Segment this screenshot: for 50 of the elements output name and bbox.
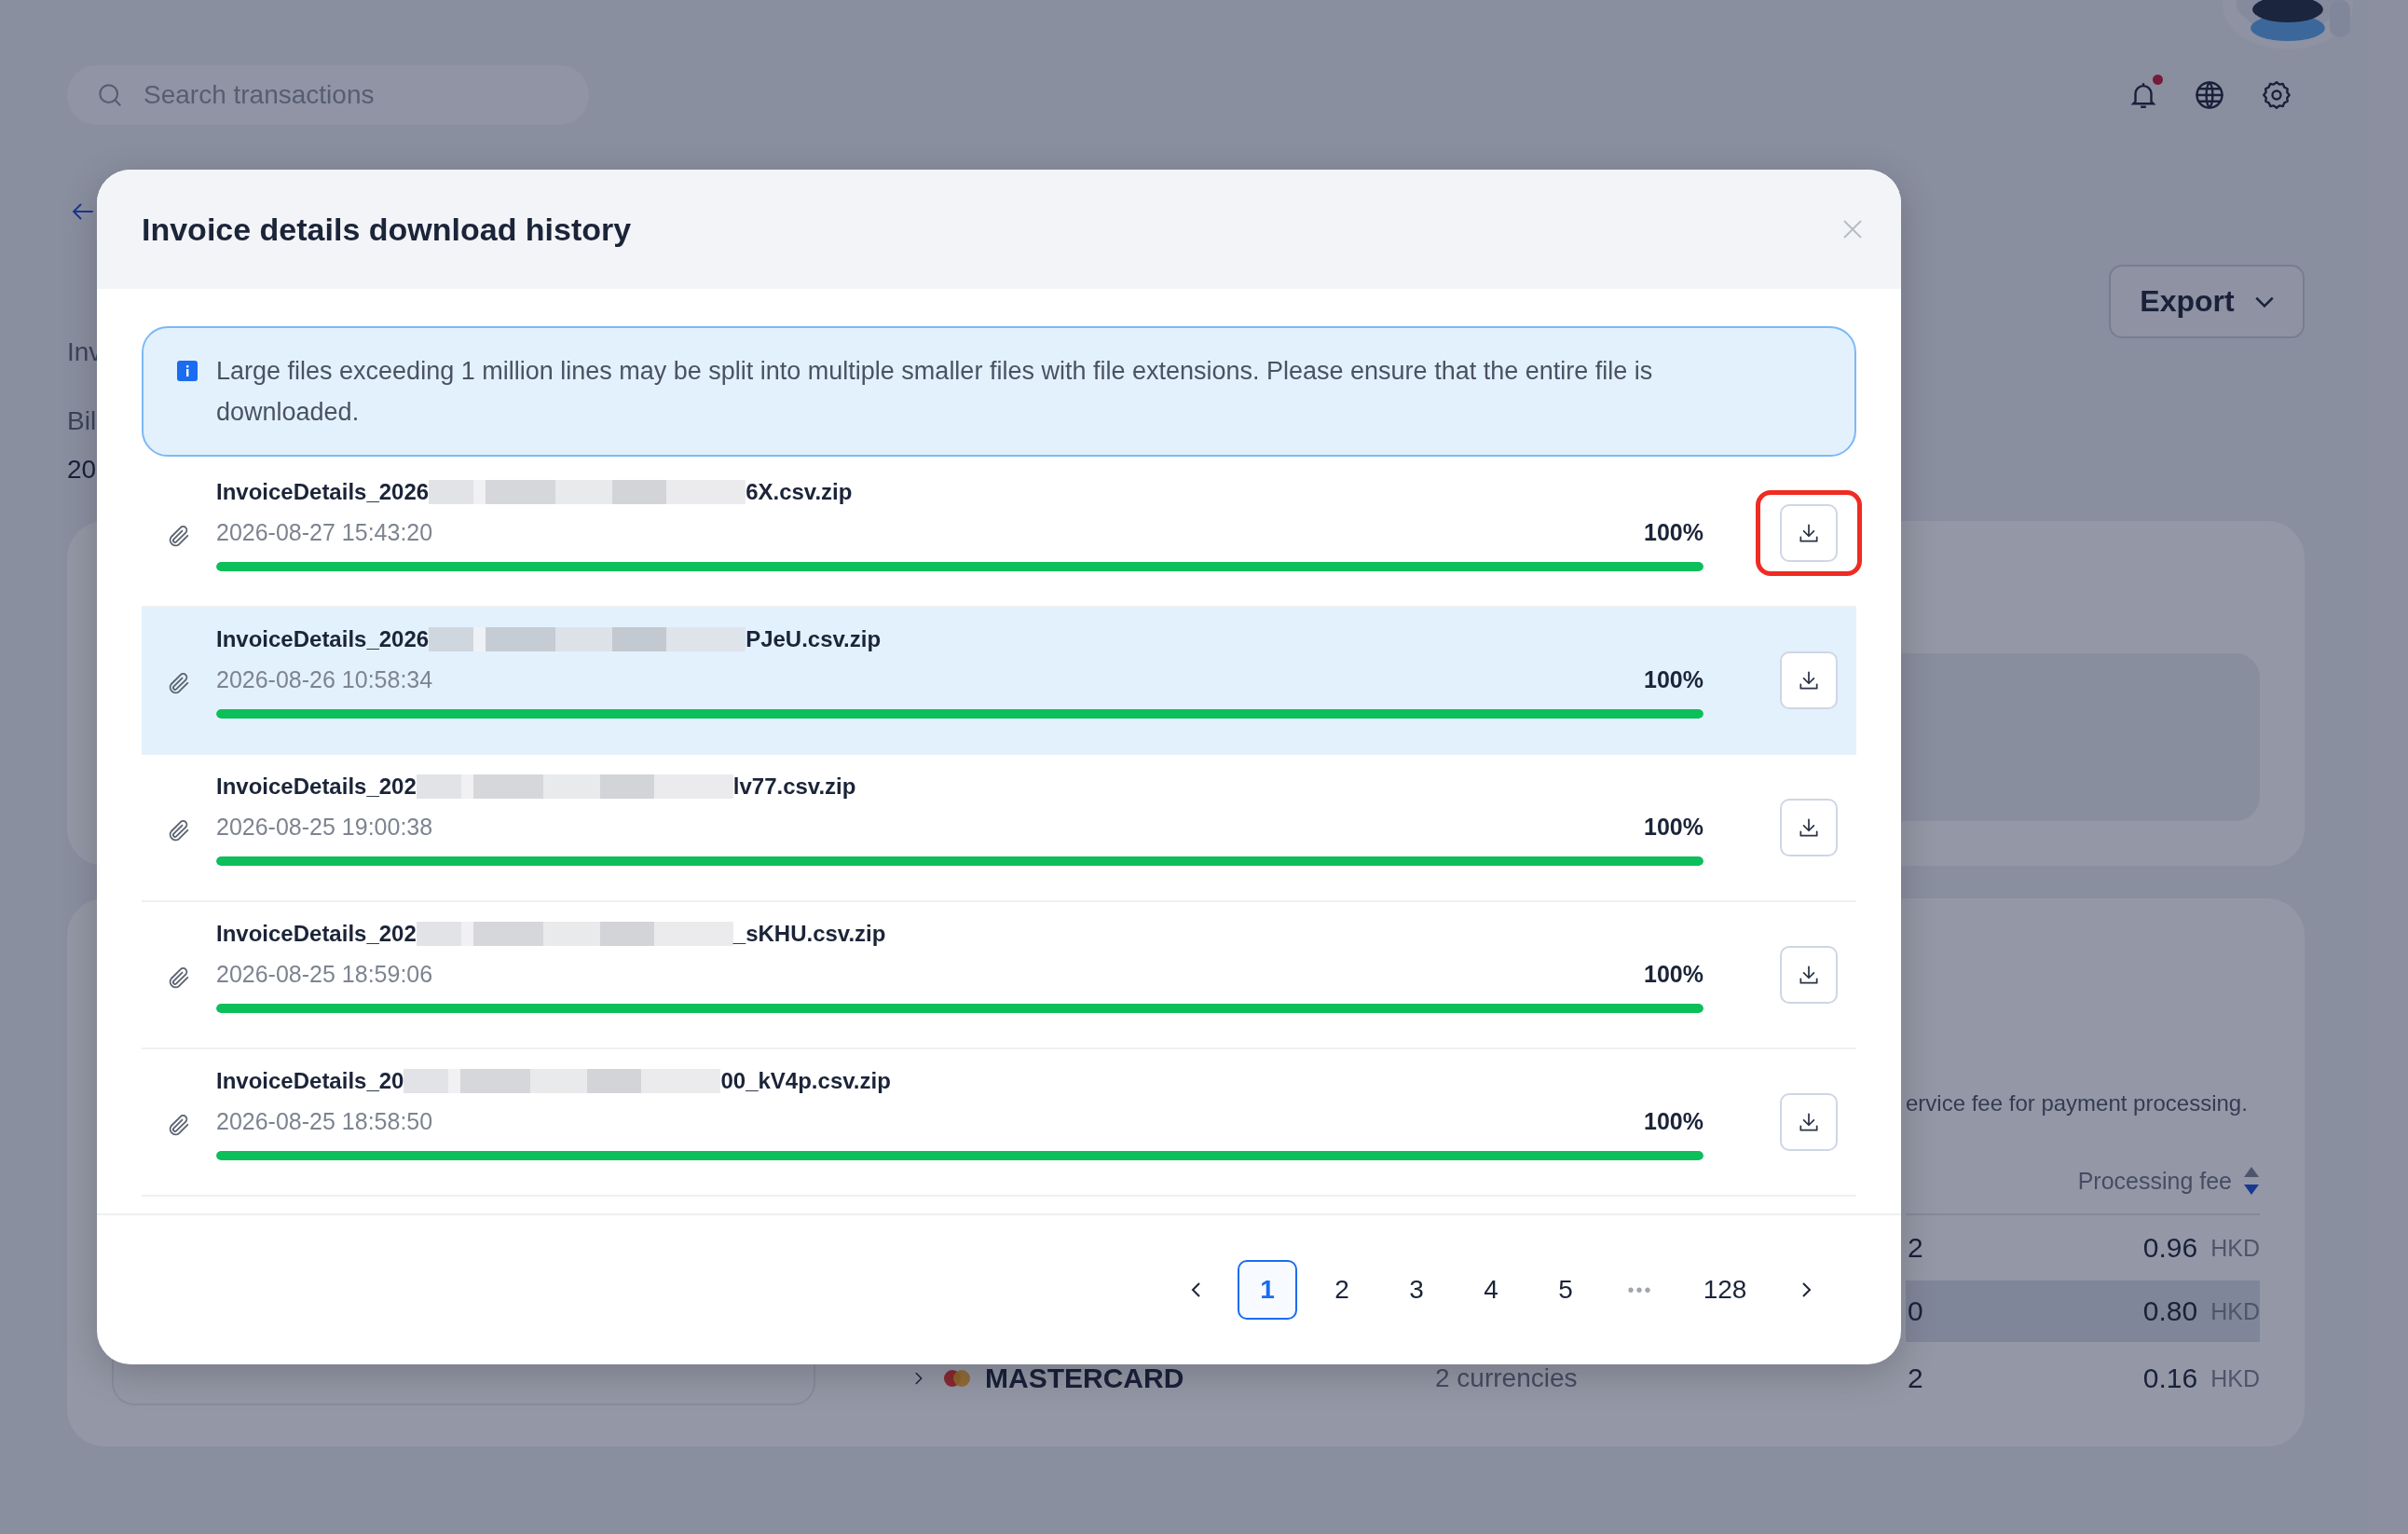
progress-percent: 100% — [1644, 813, 1703, 841]
file-name-end: 6X.csv.zip — [746, 479, 853, 505]
export-button[interactable]: Export — [2109, 265, 2305, 338]
file-row[interactable]: InvoiceDetails_2026 PJeU.csv.zip 2026-08-26 10:58:34 100% — [142, 608, 1856, 755]
count-cell: 2 — [1908, 1232, 1923, 1264]
chevron-down-icon — [2254, 295, 2274, 308]
download-time: 2026-08-25 19:00:38 — [216, 813, 433, 841]
notice-text: Large files exceeding 1 million lines may be split into multiple smaller files with file extensions. Please ensure that the entire file is downloaded. — [216, 356, 1654, 428]
page-label: 20 — [67, 454, 97, 486]
download-time: 2026-08-26 10:58:34 — [216, 665, 433, 693]
file-name-end: _sKHU.csv.zip — [732, 921, 886, 947]
download-button[interactable] — [1780, 799, 1838, 856]
download-button[interactable] — [1780, 1093, 1838, 1151]
download-button[interactable] — [1780, 651, 1838, 709]
file-name-end: PJeU.csv.zip — [746, 626, 882, 652]
dialog-title: Invoice details download history — [142, 211, 632, 248]
fee-amount: 0.96 — [2142, 1232, 2198, 1264]
file-name-start: InvoiceDetails_20 — [216, 1068, 404, 1094]
count-cell: 2 — [1908, 1363, 1923, 1394]
count-cell: 0 — [1908, 1295, 1923, 1327]
progress-percent: 100% — [1644, 960, 1703, 988]
search-field[interactable]: Search transactions — [67, 65, 589, 125]
currency-code: HKD — [2210, 1234, 2260, 1262]
settings-icon[interactable] — [2260, 78, 2293, 112]
file-name-start: InvoiceDetails_2026 — [216, 626, 430, 652]
fee-amount: 0.16 — [2142, 1363, 2198, 1394]
progress-percent: 100% — [1644, 518, 1703, 546]
progress-percent: 100% — [1644, 665, 1703, 693]
file-name-end: 00_kV4p.csv.zip — [720, 1068, 891, 1094]
download-button[interactable] — [1780, 946, 1838, 1004]
download-time: 2026-08-25 18:58:50 — [216, 1107, 433, 1135]
file-name-end: lv77.csv.zip — [732, 774, 856, 800]
download-button[interactable] — [1780, 504, 1838, 562]
page-label: Bil — [67, 405, 97, 437]
network-name: MASTERCARD — [985, 1363, 1184, 1394]
description-text: ervice fee for payment processing. — [1906, 1090, 2249, 1116]
progress-percent: 100% — [1644, 1107, 1703, 1135]
fee-amount: 0.80 — [2142, 1295, 2198, 1327]
close-icon — [1841, 218, 1864, 240]
currency-count: 2 currencies — [1435, 1363, 1579, 1393]
file-name-start: InvoiceDetails_202 — [216, 921, 417, 947]
page-button[interactable]: 1 — [1238, 1260, 1297, 1320]
globe-icon[interactable] — [2193, 78, 2226, 112]
currency-code: HKD — [2210, 1364, 2260, 1392]
download-time: 2026-08-27 15:43:20 — [216, 518, 433, 546]
info-icon — [177, 361, 198, 381]
download-time: 2026-08-25 18:59:06 — [216, 960, 433, 988]
sort-icon[interactable] — [2243, 1165, 2260, 1197]
file-name-start: InvoiceDetails_202 — [216, 774, 417, 800]
file-name-start: InvoiceDetails_2026 — [216, 479, 430, 505]
